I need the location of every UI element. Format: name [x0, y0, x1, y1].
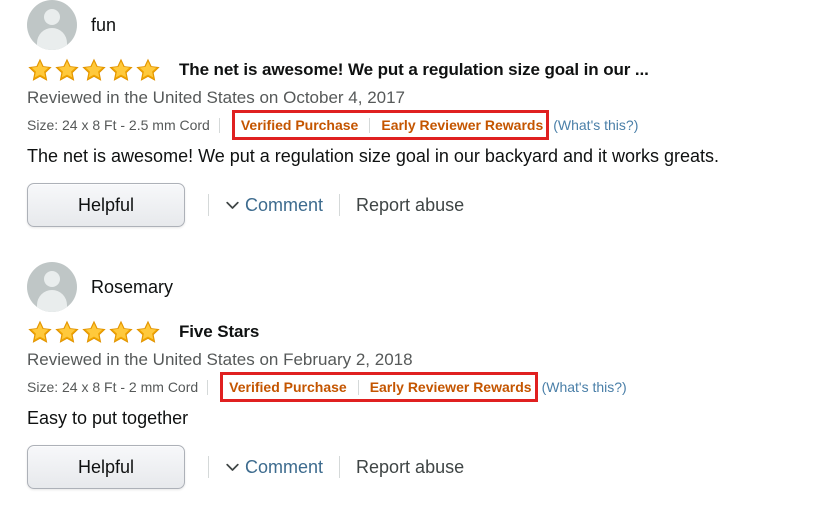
review-date: Reviewed in the United States on October…: [27, 88, 406, 107]
review-meta-row: Size: 24 x 8 Ft - 2.5 mm Cord Verified P…: [0, 110, 824, 140]
comment-button[interactable]: Comment: [226, 195, 323, 216]
helpful-button[interactable]: Helpful: [27, 183, 185, 227]
review-date: Reviewed in the United States on Februar…: [27, 350, 413, 369]
avatar-body-shape: [37, 290, 67, 312]
reviewer-profile-row: fun: [0, 0, 824, 50]
review-card: Rosemary Five Stars Reviewed in the Unit…: [0, 262, 824, 489]
separator: [207, 379, 209, 395]
user-avatar-icon: [27, 262, 77, 312]
review-body-text: Easy to put together: [27, 408, 189, 428]
highlight-box-verified-badges: Verified Purchase Early Reviewer Rewards: [231, 110, 550, 140]
review-actions-row: Helpful Comment Report abuse: [0, 445, 824, 489]
separator: [339, 194, 341, 216]
comment-button[interactable]: Comment: [226, 457, 323, 478]
reviewer-name[interactable]: fun: [91, 16, 116, 34]
early-reviewer-rewards-badge[interactable]: Early Reviewer Rewards: [381, 117, 543, 133]
star-icon: [28, 58, 52, 81]
star-rating[interactable]: [27, 58, 161, 83]
separator: [357, 379, 359, 395]
separator: [208, 456, 209, 478]
review-actions-row: Helpful Comment Report abuse: [0, 183, 824, 227]
verified-purchase-badge[interactable]: Verified Purchase: [241, 117, 359, 133]
star-icon: [136, 320, 160, 343]
star-icon: [109, 58, 133, 81]
reviewer-name[interactable]: Rosemary: [91, 278, 173, 296]
avatar-head-shape: [44, 9, 60, 25]
separator: [339, 456, 341, 478]
report-abuse-button[interactable]: Report abuse: [356, 457, 464, 478]
verified-purchase-badge[interactable]: Verified Purchase: [229, 379, 347, 395]
star-icon: [55, 58, 79, 81]
review-variant-size[interactable]: Size: 24 x 8 Ft - 2 mm Cord: [27, 379, 198, 395]
review-body-text: The net is awesome! We put a regulation …: [27, 146, 720, 166]
helpful-button[interactable]: Helpful: [27, 445, 185, 489]
star-icon: [82, 58, 106, 81]
star-icon: [109, 320, 133, 343]
avatar-body-shape: [37, 28, 67, 50]
separator: [369, 117, 371, 133]
star-icon: [136, 58, 160, 81]
chevron-down-icon: [226, 201, 239, 209]
review-variant-size[interactable]: Size: 24 x 8 Ft - 2.5 mm Cord: [27, 117, 210, 133]
review-title[interactable]: Five Stars: [179, 322, 259, 342]
whats-this-link[interactable]: (What's this?): [542, 379, 627, 395]
review-meta-row: Size: 24 x 8 Ft - 2 mm Cord Verified Pur…: [0, 372, 824, 402]
separator: [208, 194, 209, 216]
reviewer-profile-row: Rosemary: [0, 262, 824, 312]
avatar-head-shape: [44, 271, 60, 287]
comment-label: Comment: [245, 194, 324, 215]
rating-row: The net is awesome! We put a regulation …: [0, 57, 824, 83]
comment-label: Comment: [245, 456, 324, 477]
user-avatar-icon: [27, 0, 77, 50]
report-abuse-button[interactable]: Report abuse: [356, 195, 464, 216]
review-card: fun The net is awesome! We put a regulat…: [0, 0, 824, 227]
chevron-down-icon: [226, 463, 239, 471]
highlight-box-verified-badges: Verified Purchase Early Reviewer Rewards: [220, 372, 538, 402]
star-rating[interactable]: [27, 320, 161, 345]
review-title[interactable]: The net is awesome! We put a regulation …: [179, 60, 649, 80]
whats-this-link[interactable]: (What's this?): [553, 117, 638, 133]
star-icon: [28, 320, 52, 343]
early-reviewer-rewards-badge[interactable]: Early Reviewer Rewards: [370, 379, 532, 395]
rating-row: Five Stars: [0, 319, 824, 345]
star-icon: [55, 320, 79, 343]
star-icon: [82, 320, 106, 343]
separator: [218, 117, 220, 133]
